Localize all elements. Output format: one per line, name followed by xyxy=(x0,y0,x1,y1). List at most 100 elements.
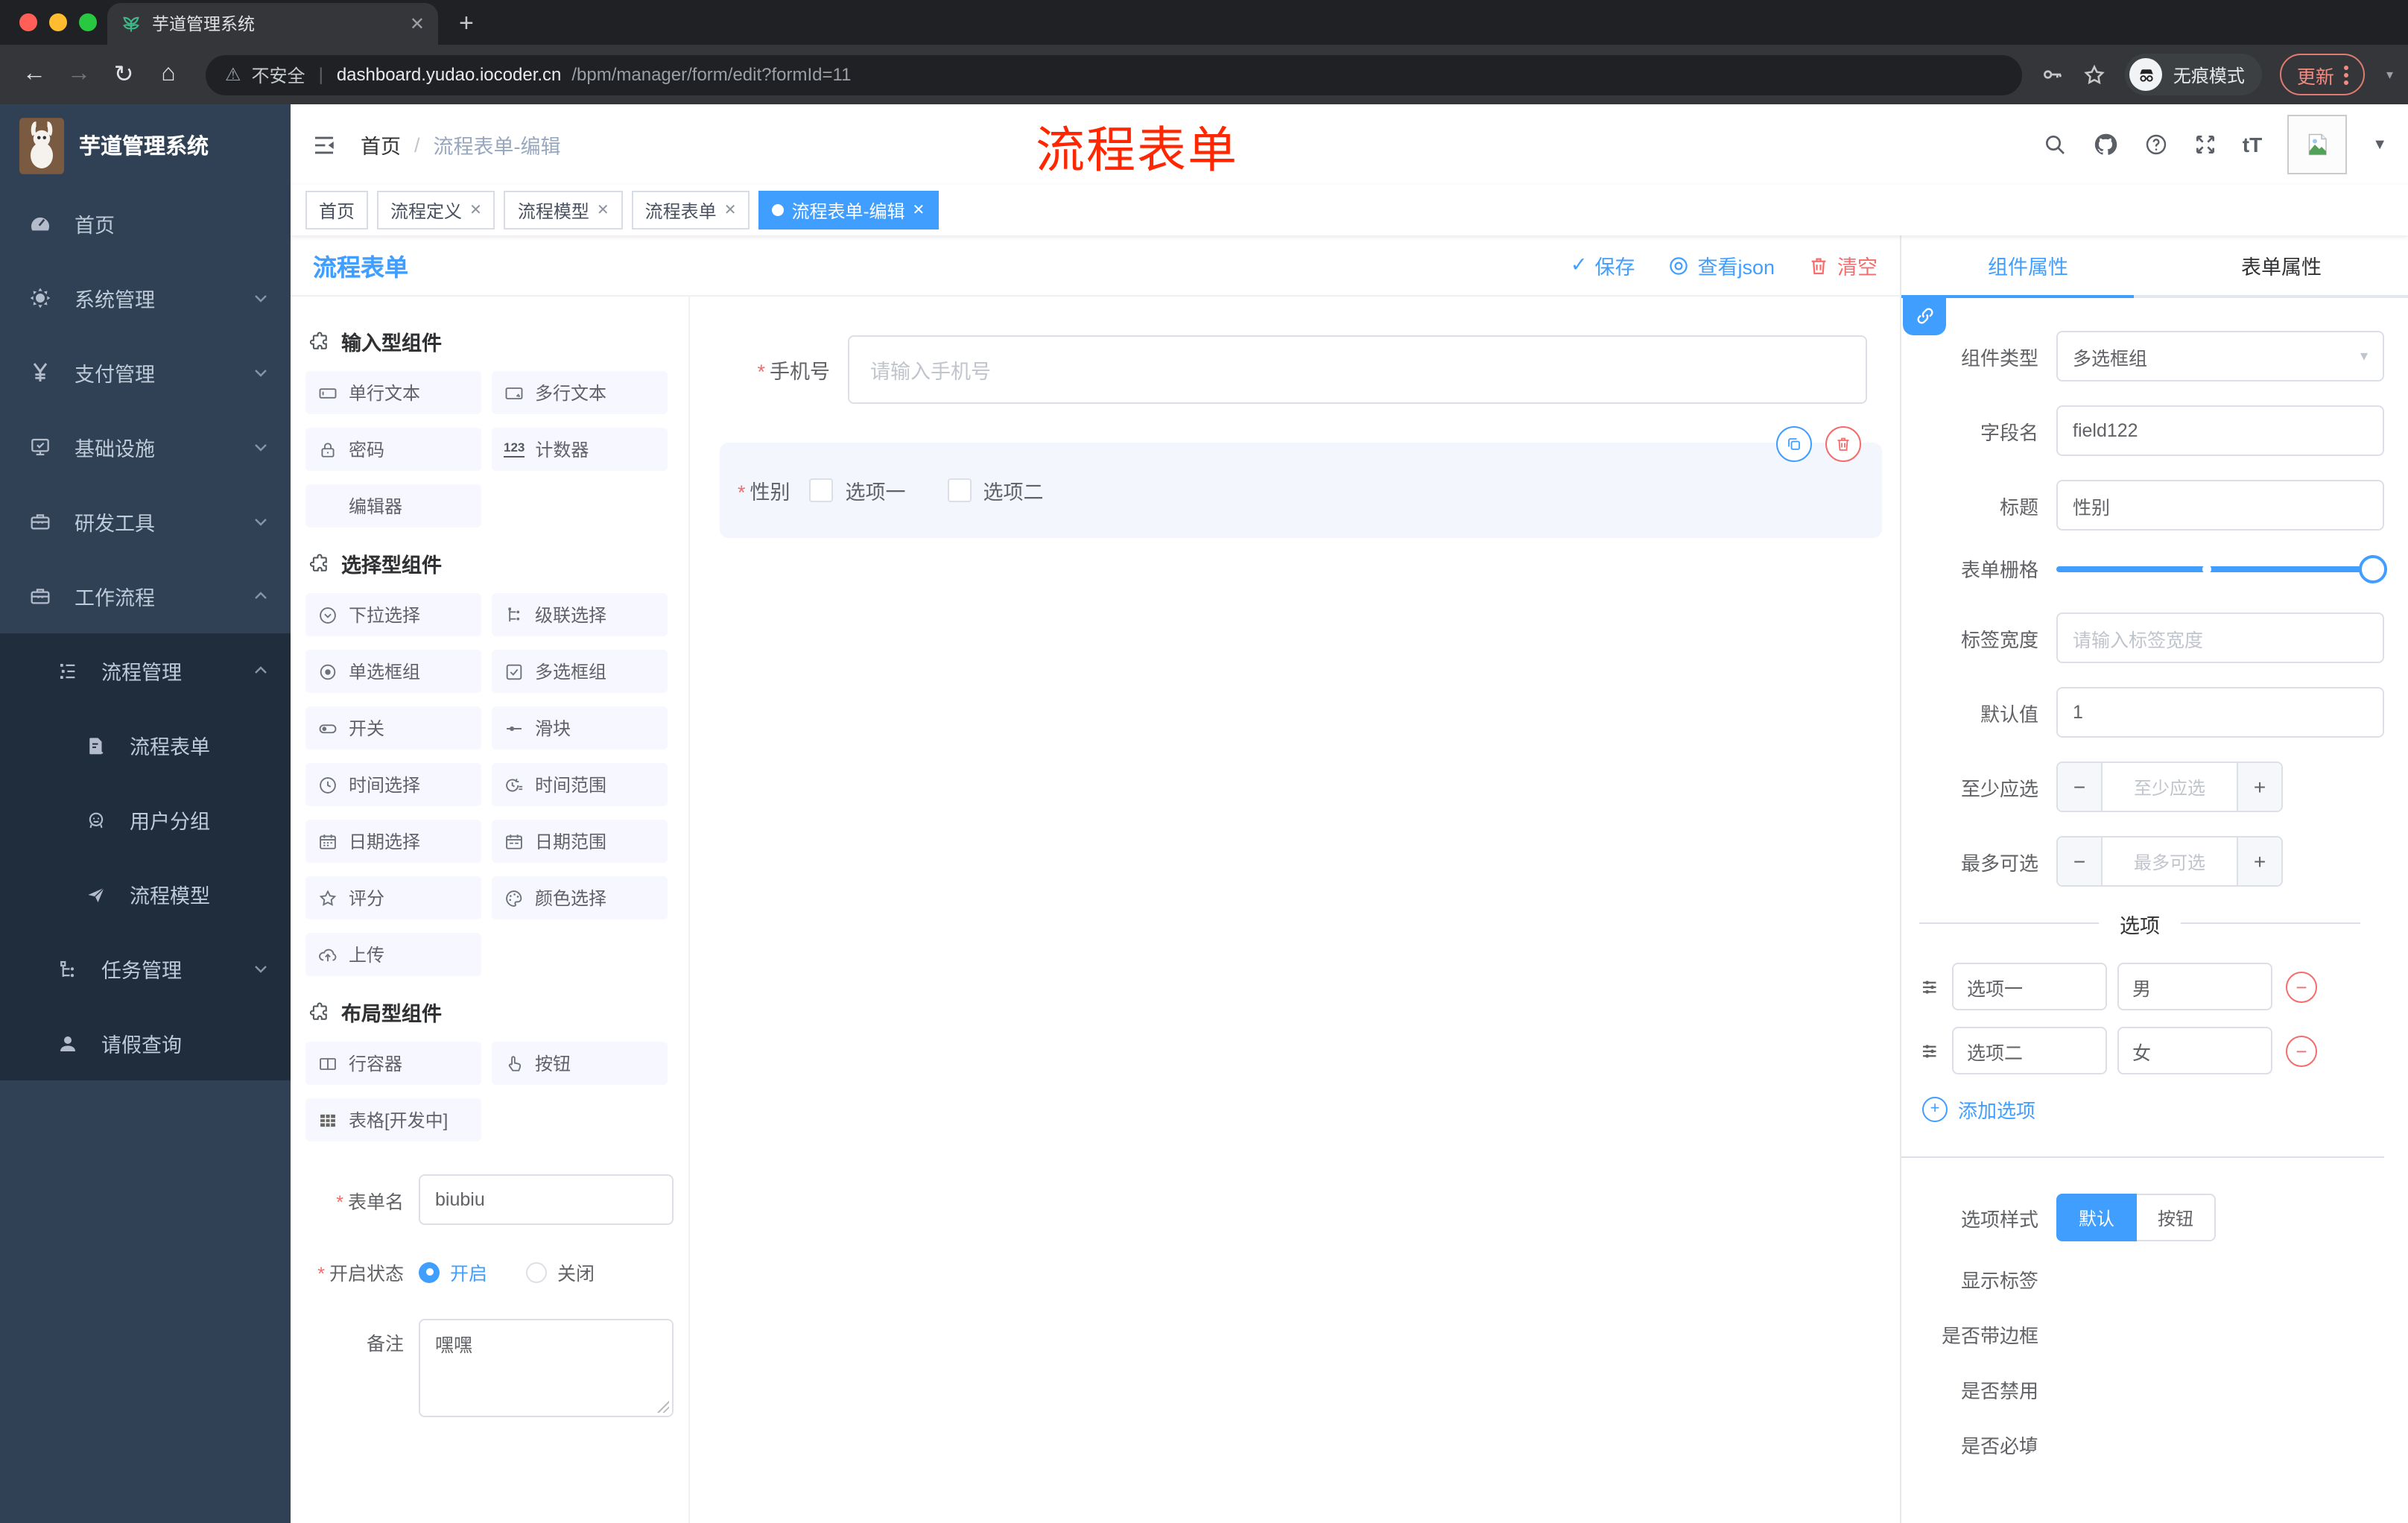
menu-dots-icon[interactable] xyxy=(2344,65,2349,84)
github-icon[interactable] xyxy=(2092,131,2119,158)
sidebar-item-workflow[interactable]: 工作流程 xyxy=(0,559,291,633)
sidebar-item-process-mgmt[interactable]: 流程管理 xyxy=(0,633,291,708)
tag-process-form-edit[interactable]: 流程表单-编辑 ✕ xyxy=(758,191,939,229)
home-icon[interactable]: ⌂ xyxy=(149,61,188,88)
palette-item-cascader[interactable]: 级联选择 xyxy=(492,593,668,636)
status-off-radio[interactable]: 关闭 xyxy=(526,1258,595,1286)
font-size-icon[interactable]: tT xyxy=(2243,133,2262,156)
tag-process-model[interactable]: 流程模型 ✕ xyxy=(504,191,623,229)
palette-item-date-picker[interactable]: 日期选择 xyxy=(305,820,481,863)
bookmark-star-icon[interactable] xyxy=(2082,62,2108,87)
sidebar-item-devtools[interactable]: 研发工具 xyxy=(0,484,291,559)
palette-item-single-text[interactable]: 单行文本 xyxy=(305,371,481,414)
plus-icon[interactable]: + xyxy=(2237,838,2281,885)
close-icon[interactable]: ✕ xyxy=(724,202,737,218)
minus-icon[interactable]: − xyxy=(2058,763,2103,811)
palette-item-select[interactable]: 下拉选择 xyxy=(305,593,481,636)
search-icon[interactable] xyxy=(2043,133,2067,156)
palette-item-button[interactable]: 按钮 xyxy=(492,1042,668,1085)
sidebar-item-payment[interactable]: 支付管理 xyxy=(0,335,291,410)
checkbox-option-2[interactable]: 选项二 xyxy=(947,475,1044,505)
question-icon[interactable] xyxy=(2144,133,2168,156)
tab-form-props[interactable]: 表单属性 xyxy=(2155,235,2408,295)
tag-process-form[interactable]: 流程表单 ✕ xyxy=(631,191,750,229)
add-option-button[interactable]: + 添加选项 xyxy=(1922,1095,2384,1124)
remove-option-button[interactable]: − xyxy=(2286,971,2317,1002)
sidebar-item-task-mgmt[interactable]: 任务管理 xyxy=(0,931,291,1006)
form-name-input[interactable]: biubiu xyxy=(419,1174,674,1225)
breadcrumb-home[interactable]: 首页 xyxy=(361,130,401,159)
sidebar-item-system[interactable]: 系统管理 xyxy=(0,261,291,335)
label-width-input[interactable]: 请输入标签宽度 xyxy=(2056,612,2384,663)
status-on-radio[interactable]: 开启 xyxy=(419,1258,487,1286)
forward-icon[interactable]: → xyxy=(60,61,98,88)
close-icon[interactable]: ✕ xyxy=(912,202,925,218)
copy-component-button[interactable] xyxy=(1776,426,1812,462)
palette-item-slider[interactable]: 滑块 xyxy=(492,706,668,750)
tag-home[interactable]: 首页 xyxy=(305,191,369,229)
option-value-input[interactable]: 女 xyxy=(2117,1027,2272,1074)
update-button[interactable]: 更新 xyxy=(2280,54,2366,95)
plus-icon[interactable]: + xyxy=(2237,763,2281,811)
form-remark-textarea[interactable]: 嘿嘿 xyxy=(419,1319,674,1417)
close-icon[interactable]: ✕ xyxy=(597,202,609,218)
phone-input[interactable]: 请输入手机号 xyxy=(848,335,1867,404)
palette-item-multi-text[interactable]: 多行文本 xyxy=(492,371,668,414)
minimize-window-button[interactable] xyxy=(49,13,67,31)
tab-close-icon[interactable]: ✕ xyxy=(410,13,425,34)
back-icon[interactable]: ← xyxy=(15,61,54,88)
palette-item-switch[interactable]: 开关 xyxy=(305,706,481,750)
view-json-button[interactable]: 查看json xyxy=(1667,250,1775,280)
sidebar-item-home[interactable]: 首页 xyxy=(0,186,291,261)
palette-item-row-container[interactable]: 行容器 xyxy=(305,1042,481,1085)
palette-item-date-range[interactable]: 日期范围 xyxy=(492,820,668,863)
sidebar-fold-icon[interactable] xyxy=(311,132,337,157)
palette-item-upload[interactable]: 上传 xyxy=(305,933,481,976)
title-input[interactable]: 性别 xyxy=(2056,480,2384,531)
browser-tab[interactable]: 芋道管理系统 ✕ xyxy=(107,3,438,45)
option-value-input[interactable]: 男 xyxy=(2117,963,2272,1010)
remove-option-button[interactable]: − xyxy=(2286,1035,2317,1066)
component-type-select[interactable]: 多选框组 ▾ xyxy=(2056,331,2384,381)
chevron-down-icon[interactable]: ▼ xyxy=(2372,136,2387,153)
tag-process-definition[interactable]: 流程定义 ✕ xyxy=(377,191,495,229)
palette-item-checkbox-group[interactable]: 多选框组 xyxy=(492,650,668,693)
password-key-icon[interactable] xyxy=(2041,63,2065,86)
palette-item-time-range[interactable]: 时间范围 xyxy=(492,763,668,806)
palette-item-radio-group[interactable]: 单选框组 xyxy=(305,650,481,693)
checkbox-icon[interactable] xyxy=(947,478,972,502)
delete-component-button[interactable] xyxy=(1825,426,1861,462)
maximize-window-button[interactable] xyxy=(79,13,97,31)
min-select-value[interactable]: 至少应选 xyxy=(2103,763,2237,811)
sidebar-item-user-group[interactable]: 用户分组 xyxy=(0,782,291,857)
chevron-down-icon[interactable]: ▾ xyxy=(2386,66,2393,83)
fullscreen-icon[interactable] xyxy=(2193,133,2217,156)
canvas-field-phone[interactable]: * 手机号 请输入手机号 xyxy=(717,335,1882,404)
macos-window-controls[interactable] xyxy=(19,13,97,31)
canvas-field-gender-selected[interactable]: * 性别 选项一 选项二 xyxy=(720,426,1882,538)
new-tab-button[interactable]: + xyxy=(459,9,474,45)
avatar[interactable] xyxy=(2287,115,2348,174)
field-name-input[interactable]: field122 xyxy=(2056,405,2384,456)
drag-handle-icon[interactable] xyxy=(1919,975,1942,998)
reload-icon[interactable]: ↻ xyxy=(104,60,143,89)
sidebar-item-leave-query[interactable]: 请假查询 xyxy=(0,1006,291,1080)
max-select-stepper[interactable]: − 最多可选 + xyxy=(2056,836,2283,887)
min-select-stepper[interactable]: − 至少应选 + xyxy=(2056,762,2283,812)
save-button[interactable]: ✓ 保存 xyxy=(1571,250,1635,280)
form-grid-slider[interactable] xyxy=(2056,554,2387,583)
sidebar-item-process-form[interactable]: 流程表单 xyxy=(0,708,291,782)
tab-component-props[interactable]: 组件属性 xyxy=(1901,235,2155,295)
style-default-button[interactable]: 默认 xyxy=(2056,1194,2138,1241)
sidebar-item-infra[interactable]: 基础设施 xyxy=(0,410,291,484)
default-value-input[interactable]: 1 xyxy=(2056,687,2384,738)
option-label-input[interactable]: 选项二 xyxy=(1952,1027,2107,1074)
checkbox-icon[interactable] xyxy=(809,478,834,502)
close-window-button[interactable] xyxy=(19,13,37,31)
checkbox-option-1[interactable]: 选项一 xyxy=(809,475,906,505)
palette-item-color-picker[interactable]: 颜色选择 xyxy=(492,876,668,919)
max-select-value[interactable]: 最多可选 xyxy=(2103,838,2237,885)
drag-handle-icon[interactable] xyxy=(1919,1039,1942,1062)
palette-item-editor[interactable]: 编辑器 xyxy=(305,484,481,528)
palette-item-password[interactable]: 密码 xyxy=(305,428,481,471)
